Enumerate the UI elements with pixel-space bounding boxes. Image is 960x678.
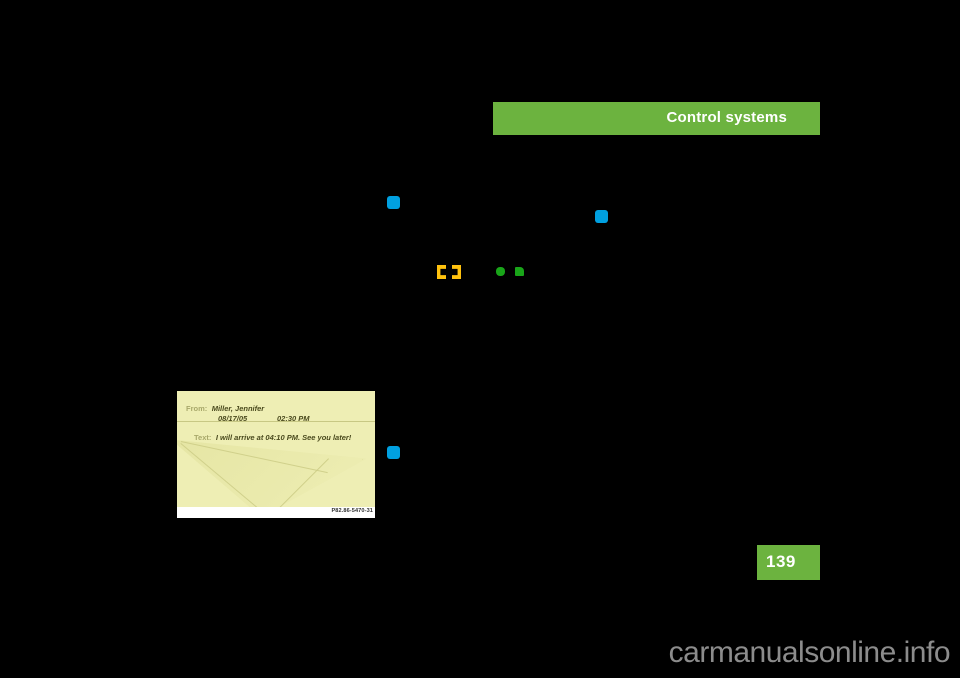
chevron-left-icon: [437, 265, 446, 279]
green-dot-icon: [496, 267, 505, 276]
blue-bullet-icon: [595, 210, 608, 223]
message-date-row: 08/17/05: [218, 408, 247, 426]
green-square-icon: [515, 267, 524, 276]
message-time-row: 02:30 PM: [277, 408, 310, 426]
message-text-value: I will arrive at 04:10 PM. See you later…: [215, 433, 352, 442]
page-title: Control systems: [666, 109, 787, 126]
watermark: carmanualsonline.info: [668, 636, 951, 669]
message-from-label: From:: [186, 404, 208, 413]
message-display-screen: From: Miller, Jennifer 08/17/05 02:30 PM…: [177, 391, 375, 507]
chevron-right-icon: [452, 265, 461, 279]
blue-bullet-icon: [387, 446, 400, 459]
page-number: 139: [766, 552, 796, 571]
figure-caption-code: P82.86-5470-31: [331, 508, 373, 514]
page-number-block: 139: [757, 545, 820, 580]
message-divider: [177, 421, 375, 422]
message-text-row: Text: I will arrive at 04:10 PM. See you…: [194, 427, 351, 445]
figure-message-display: From: Miller, Jennifer 08/17/05 02:30 PM…: [177, 391, 375, 518]
chapter-header-bar: Control systems: [493, 102, 820, 135]
figure-caption-strip: P82.86-5470-31: [177, 507, 375, 518]
blue-bullet-icon: [387, 196, 400, 209]
message-text-label: Text:: [194, 433, 212, 442]
